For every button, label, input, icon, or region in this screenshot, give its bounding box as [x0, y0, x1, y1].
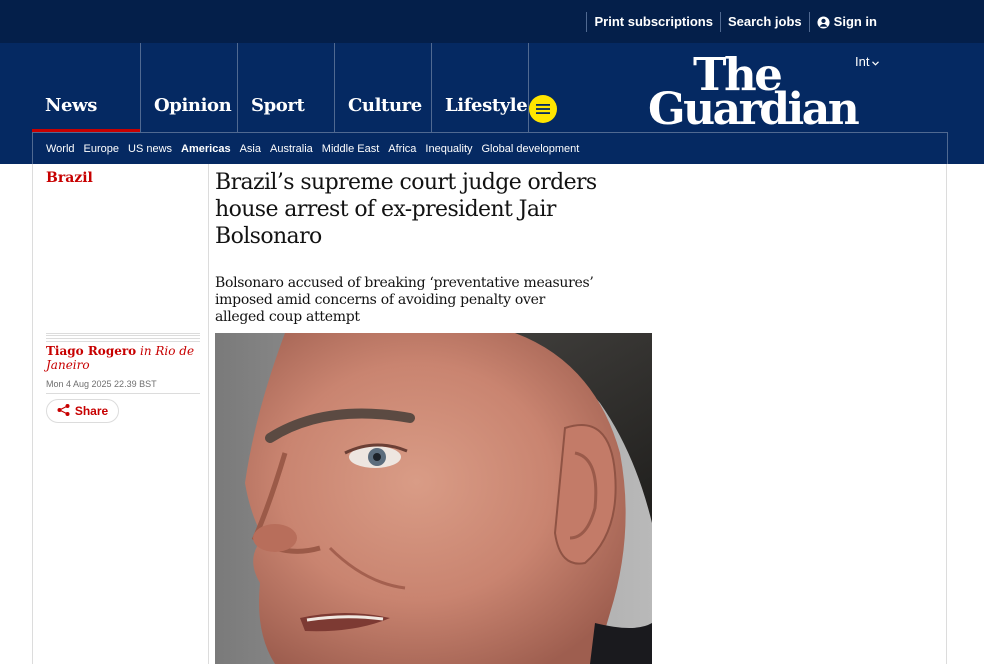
subnav-africa[interactable]: Africa	[388, 143, 416, 155]
share-label: Share	[74, 404, 109, 418]
column-divider	[946, 164, 947, 664]
subnav-global-development[interactable]: Global development	[482, 143, 580, 155]
pillar-news[interactable]: News	[32, 43, 141, 132]
subnav-inequality[interactable]: Inequality	[425, 143, 472, 155]
pillar-culture[interactable]: Culture	[335, 43, 432, 132]
subnav-australia[interactable]: Australia	[270, 143, 313, 155]
share-icon	[57, 403, 70, 419]
pillar-nav: News Opinion Sport Culture Lifestyle	[32, 43, 529, 132]
sign-in-label: Sign in	[833, 14, 877, 29]
article-standfirst: Bolsonaro accused of breaking ‘preventat…	[215, 275, 594, 325]
print-subscriptions-link[interactable]: Print subscriptions	[586, 12, 713, 32]
author-link[interactable]: Tiago Rogero	[46, 344, 136, 358]
top-bar: Print subscriptions Search jobs Sign in	[0, 0, 984, 43]
pillar-lifestyle[interactable]: Lifestyle	[432, 43, 529, 132]
pillar-label: Opinion	[154, 95, 232, 116]
share-button[interactable]: Share	[46, 399, 119, 423]
pillar-sport[interactable]: Sport	[238, 43, 335, 132]
site-header: News Opinion Sport Culture Lifestyle Int…	[0, 43, 984, 164]
pillar-opinion[interactable]: Opinion	[141, 43, 238, 132]
guardian-logo[interactable]: The Guardian	[646, 49, 880, 133]
pillar-label: Sport	[251, 95, 305, 116]
subnav-us-news[interactable]: US news	[128, 143, 172, 155]
article-headline: Brazil’s supreme court judge orders hous…	[215, 170, 597, 249]
column-divider	[208, 164, 209, 664]
search-jobs-link[interactable]: Search jobs	[719, 12, 802, 32]
column-divider	[32, 164, 33, 664]
section-tag-brazil[interactable]: Brazil	[46, 170, 93, 186]
portrait-photo-illustration	[215, 333, 652, 664]
top-bar-links: Print subscriptions Search jobs Sign in	[579, 12, 877, 32]
article-main-photo	[215, 333, 652, 664]
sign-in-link[interactable]: Sign in	[808, 12, 877, 32]
user-icon	[817, 15, 830, 29]
pillar-label: News	[45, 95, 97, 116]
pillar-label: Lifestyle	[445, 95, 528, 116]
subnav-middle-east[interactable]: Middle East	[322, 143, 379, 155]
menu-button[interactable]	[529, 95, 557, 123]
subnav-world[interactable]: World	[46, 143, 75, 155]
logo-text-guardian: Guardian	[648, 84, 860, 135]
byline-divider	[46, 333, 200, 342]
subnav-americas[interactable]: Americas	[181, 143, 231, 155]
sub-nav: World Europe US news Americas Asia Austr…	[32, 132, 948, 164]
subnav-asia[interactable]: Asia	[240, 143, 261, 155]
meta-divider	[46, 393, 200, 394]
pillar-label: Culture	[348, 95, 422, 116]
hamburger-icon	[536, 104, 550, 114]
publish-timestamp: Mon 4 Aug 2025 22.39 BST	[46, 379, 157, 389]
byline: Tiago Rogero in Rio de Janeiro	[46, 344, 204, 372]
subnav-europe[interactable]: Europe	[84, 143, 119, 155]
